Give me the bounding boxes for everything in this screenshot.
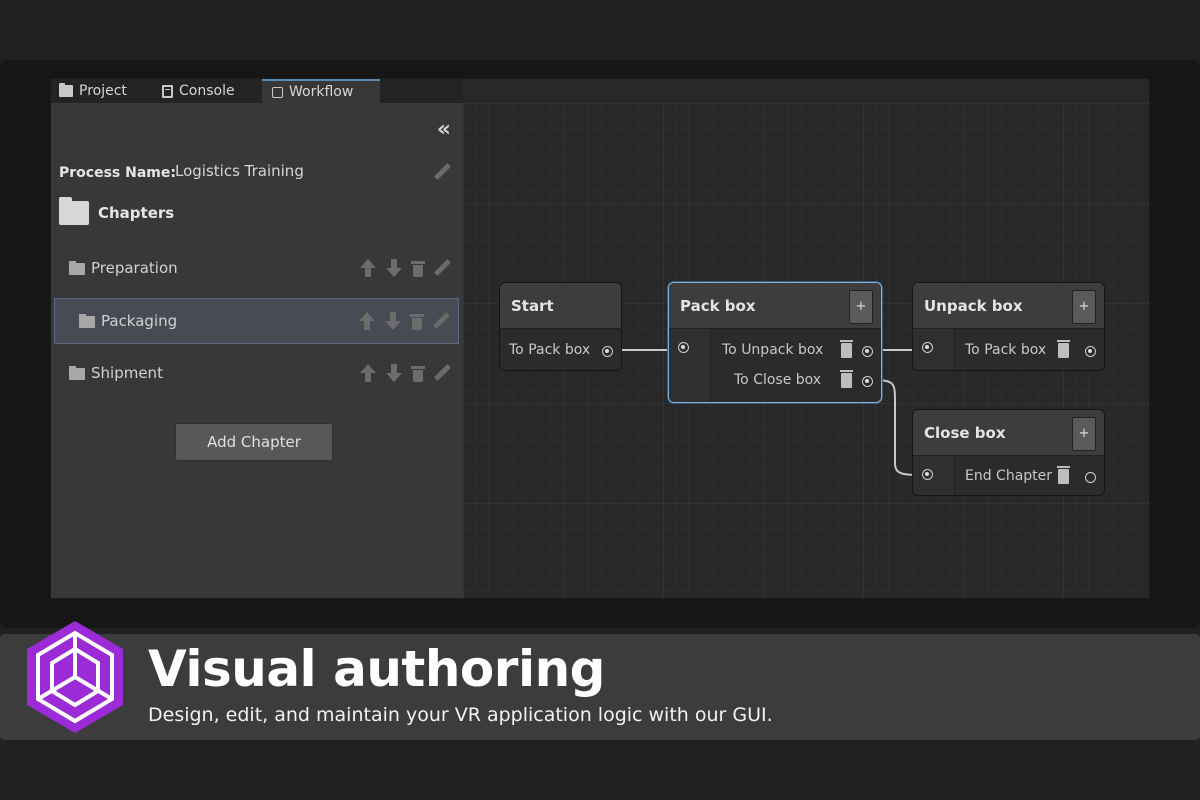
- transition-row[interactable]: To Close box: [711, 366, 881, 396]
- chapter-label: Shipment: [91, 364, 163, 382]
- input-port[interactable]: [922, 469, 933, 480]
- output-port[interactable]: [862, 376, 873, 387]
- tab-label: Project: [79, 83, 127, 99]
- transition-row[interactable]: To Pack box: [500, 336, 621, 366]
- chapter-actions: [358, 312, 450, 330]
- transition-row[interactable]: To Pack box: [954, 336, 1104, 366]
- transition-label: End Chapter: [965, 468, 1053, 484]
- node-pack-box[interactable]: Pack box + To Unpack box To Close box: [668, 282, 882, 403]
- transition-label: To Pack box: [965, 342, 1047, 358]
- feature-banner: Visual authoring Design, edit, and maint…: [0, 621, 1200, 740]
- input-port[interactable]: [922, 342, 933, 353]
- chapter-label: Preparation: [91, 259, 178, 277]
- editor-window: Project Console Workflow ‹‹ Process Name…: [50, 78, 1150, 599]
- move-down-icon[interactable]: [385, 364, 403, 382]
- output-port-empty[interactable]: [1085, 472, 1096, 483]
- output-port[interactable]: [602, 346, 613, 357]
- node-unpack-box[interactable]: Unpack box + To Pack box: [912, 282, 1105, 371]
- delete-transition-icon[interactable]: [1057, 340, 1070, 358]
- banner-title: Visual authoring: [148, 640, 605, 698]
- tab-bar: Project Console Workflow: [51, 79, 463, 103]
- transition-row[interactable]: To Unpack box: [711, 336, 881, 366]
- delete-icon[interactable]: [411, 365, 425, 382]
- add-transition-button[interactable]: +: [1072, 417, 1096, 451]
- edit-icon[interactable]: [432, 312, 450, 330]
- chapter-actions: [359, 259, 451, 277]
- console-icon: [162, 84, 173, 98]
- node-title: Close box: [924, 424, 1006, 442]
- tab-workflow[interactable]: Workflow: [262, 79, 380, 103]
- node-header: Start: [500, 283, 621, 329]
- edit-icon[interactable]: [433, 364, 451, 382]
- input-bar: [669, 329, 711, 402]
- folder-icon: [69, 261, 85, 275]
- chapters-folder-icon: [59, 197, 89, 225]
- move-up-icon[interactable]: [359, 259, 377, 277]
- add-transition-button[interactable]: +: [1072, 290, 1096, 324]
- input-port[interactable]: [678, 342, 689, 353]
- tab-console[interactable]: Console: [162, 79, 235, 103]
- folder-icon: [79, 314, 95, 328]
- input-bar: [913, 456, 955, 495]
- transition-row[interactable]: End Chapter: [954, 462, 1104, 492]
- node-title: Pack box: [680, 297, 756, 315]
- add-chapter-button[interactable]: Add Chapter: [175, 423, 333, 461]
- delete-transition-icon[interactable]: [1057, 466, 1070, 484]
- chapter-item-shipment[interactable]: Shipment: [54, 351, 459, 397]
- folder-icon: [69, 366, 85, 380]
- output-port[interactable]: [862, 346, 873, 357]
- process-name-value: Logistics Training: [175, 162, 304, 180]
- move-down-icon[interactable]: [385, 259, 403, 277]
- tab-label: Workflow: [289, 84, 354, 100]
- node-title: Unpack box: [924, 297, 1023, 315]
- workflow-icon: [272, 86, 283, 98]
- transition-label: To Unpack box: [722, 342, 824, 358]
- workflow-graph-canvas[interactable]: Start To Pack box Pack box + To Unpack b…: [463, 103, 1149, 598]
- tab-label: Console: [179, 83, 235, 99]
- edit-icon[interactable]: [433, 259, 451, 277]
- delete-transition-icon[interactable]: [840, 370, 853, 388]
- folder-icon: [59, 83, 73, 97]
- edit-process-name-icon[interactable]: [433, 163, 451, 181]
- transition-label: To Pack box: [509, 342, 591, 358]
- transition-label: To Close box: [734, 372, 822, 388]
- move-up-icon[interactable]: [358, 312, 376, 330]
- banner-subtitle: Design, edit, and maintain your VR appli…: [148, 704, 773, 726]
- add-transition-button[interactable]: +: [849, 290, 873, 324]
- chapter-panel: ‹‹ Process Name: Logistics Training Chap…: [51, 103, 463, 598]
- move-up-icon[interactable]: [359, 364, 377, 382]
- node-title: Start: [511, 297, 554, 315]
- collapse-panel-icon[interactable]: ‹‹: [437, 119, 451, 141]
- delete-icon[interactable]: [411, 260, 425, 277]
- chapter-actions: [359, 364, 451, 382]
- node-start[interactable]: Start To Pack box: [499, 282, 622, 371]
- move-down-icon[interactable]: [384, 312, 402, 330]
- node-close-box[interactable]: Close box + End Chapter: [912, 409, 1105, 496]
- input-bar: [913, 329, 955, 370]
- chapters-heading: Chapters: [98, 204, 175, 222]
- chapter-item-packaging[interactable]: Packaging: [54, 298, 459, 344]
- node-header: Unpack box +: [913, 283, 1104, 329]
- output-port[interactable]: [1085, 346, 1096, 357]
- chapter-item-preparation[interactable]: Preparation: [54, 246, 459, 292]
- chapter-label: Packaging: [101, 312, 178, 330]
- delete-icon[interactable]: [410, 313, 424, 330]
- delete-transition-icon[interactable]: [840, 340, 853, 358]
- process-name-label: Process Name:: [59, 165, 176, 181]
- node-header: Close box +: [913, 410, 1104, 456]
- brand-logo-icon: [27, 621, 123, 733]
- tab-project[interactable]: Project: [59, 79, 127, 103]
- node-header: Pack box +: [669, 283, 881, 329]
